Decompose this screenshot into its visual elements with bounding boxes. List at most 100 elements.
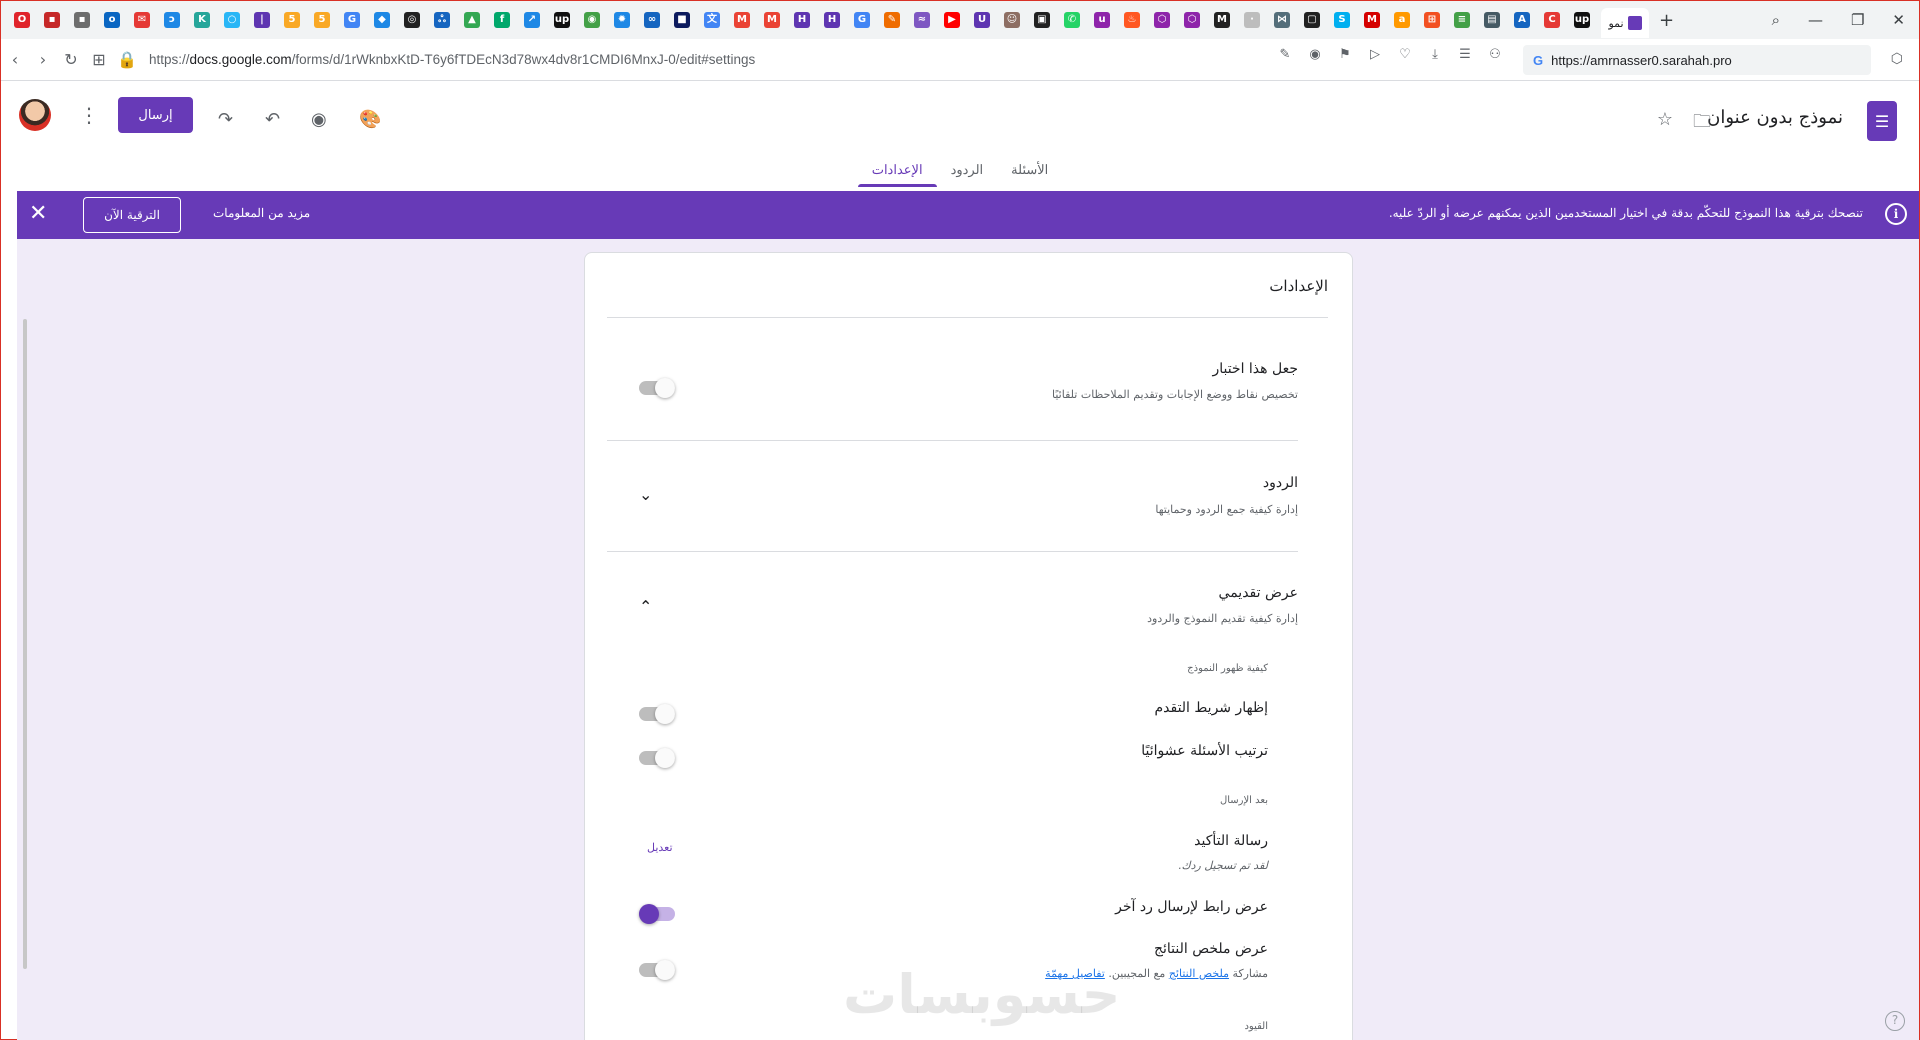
edit-confirmation-link[interactable]: تعديل (647, 841, 673, 854)
outlook-icon[interactable]: o (99, 7, 125, 33)
five-icon[interactable]: 5 (279, 7, 305, 33)
people-icon[interactable]: ஃ (429, 7, 455, 33)
search-tabs-icon[interactable]: ⌕ (1772, 11, 1780, 29)
lines-icon[interactable]: ≡ (1449, 7, 1475, 33)
fire-icon[interactable]: ♨ (1119, 7, 1145, 33)
more-vert-icon[interactable]: ⋮ (79, 103, 99, 127)
opera-icon[interactable]: O (9, 7, 35, 33)
a-icon[interactable]: A (1509, 7, 1535, 33)
results-summary-toggle[interactable] (639, 960, 675, 980)
progress-bar-toggle[interactable] (639, 704, 675, 724)
gmail-icon[interactable]: M (759, 7, 785, 33)
square-icon[interactable]: ▢ (1299, 7, 1325, 33)
back-icon[interactable]: ‹ (1, 46, 29, 74)
m-icon[interactable]: M (1209, 7, 1235, 33)
menu-lines-icon[interactable]: ☰ (1456, 47, 1474, 62)
preview-eye-icon[interactable]: ◉ (311, 109, 327, 130)
play-icon[interactable]: ▷ (1366, 47, 1384, 62)
translate-icon[interactable]: 文 (699, 7, 725, 33)
blank-icon[interactable]: · (1239, 7, 1265, 33)
forms-logo-icon[interactable]: ☰ (1867, 101, 1897, 141)
undo-icon[interactable]: ↶ (265, 109, 280, 130)
circle-blue-icon[interactable]: ○ (219, 7, 245, 33)
drive-icon[interactable]: ▲ (459, 7, 485, 33)
swirl-icon[interactable]: ≈ (909, 7, 935, 33)
upgrade-now-button[interactable]: الترقية الآن (83, 197, 181, 233)
send-button[interactable]: إرسال (118, 97, 193, 133)
shuffle-toggle[interactable] (639, 748, 675, 768)
chevron-down-icon[interactable]: ⌄ (639, 485, 652, 504)
chat-icon[interactable]: ◎ (399, 7, 425, 33)
google-icon[interactable]: G (339, 7, 365, 33)
app-red-icon[interactable]: ▪ (39, 7, 65, 33)
tv-icon[interactable]: ▣ (1029, 7, 1055, 33)
secondary-url-field[interactable]: G https://amrnasser0.sarahah.pro (1523, 45, 1871, 75)
google-icon[interactable]: G (849, 7, 875, 33)
scrollbar[interactable] (23, 319, 27, 969)
tab-settings[interactable]: الإعدادات (857, 163, 937, 187)
shield-icon[interactable]: ⬡ (1179, 7, 1205, 33)
minimize-icon[interactable]: — (1808, 11, 1823, 29)
close-window-icon[interactable]: ✕ (1892, 11, 1905, 29)
network-icon[interactable]: ⋈ (1269, 7, 1295, 33)
green-circle-icon[interactable]: ◉ (579, 7, 605, 33)
dark-square-icon[interactable]: ■ (669, 7, 695, 33)
restore-icon[interactable]: ❐ (1851, 11, 1864, 29)
upwork-icon[interactable]: up (549, 7, 575, 33)
profile-icon[interactable]: ⚇ (1486, 47, 1504, 62)
shield-icon[interactable]: ⬡ (1149, 7, 1175, 33)
diamond-icon[interactable]: ◆ (369, 7, 395, 33)
translate-page-icon[interactable]: ⚑ (1336, 47, 1354, 62)
tab-questions[interactable]: الأسئلة (997, 163, 1062, 184)
h-icon[interactable]: H (819, 7, 845, 33)
five-icon[interactable]: 5 (309, 7, 335, 33)
red-m-icon[interactable]: M (1359, 7, 1385, 33)
camera-icon[interactable]: ◉ (1306, 47, 1324, 62)
heart-icon[interactable]: ♡ (1396, 47, 1414, 62)
star-icon[interactable]: ☆ (1657, 109, 1673, 130)
reload-icon[interactable]: ↻ (57, 46, 85, 74)
gear-blue-icon[interactable]: ✹ (609, 7, 635, 33)
download-icon[interactable]: ⤓ (1426, 47, 1444, 62)
u-icon[interactable]: U (969, 7, 995, 33)
palette-icon[interactable]: 🎨 (359, 109, 381, 130)
arrow-icon[interactable]: ↗ (519, 7, 545, 33)
h-icon[interactable]: H (789, 7, 815, 33)
k-icon[interactable]: K (189, 7, 215, 33)
c-icon[interactable]: C (1539, 7, 1565, 33)
purple-u-icon[interactable]: u (1089, 7, 1115, 33)
form-title[interactable]: نموذج بدون عنوان (1707, 107, 1843, 128)
green-f-icon[interactable]: f (489, 7, 515, 33)
forward-icon[interactable]: › (29, 46, 57, 74)
upwork-icon[interactable]: up (1569, 7, 1595, 33)
purple-bar-icon[interactable]: | (249, 7, 275, 33)
gmail-icon[interactable]: M (729, 7, 755, 33)
quiz-toggle[interactable] (639, 378, 675, 398)
skype-icon[interactable]: S (1329, 7, 1355, 33)
folder-icon[interactable]: 🗀 (1693, 109, 1711, 139)
extensions-icon[interactable]: ⬡ (1891, 51, 1903, 67)
edit-page-icon[interactable]: ✎ (1276, 47, 1294, 62)
doc-icon[interactable]: ▤ (1479, 7, 1505, 33)
whatsapp-icon[interactable]: ✆ (1059, 7, 1085, 33)
close-icon[interactable]: ✕ (29, 201, 47, 226)
url-field[interactable]: https://docs.google.com/forms/d/1rWknbxK… (149, 52, 755, 67)
tab-responses[interactable]: الردود (937, 163, 998, 184)
apps-grid-icon[interactable]: ⊞ (85, 46, 113, 74)
submit-another-toggle[interactable] (639, 904, 675, 924)
redo-icon[interactable]: ↷ (218, 109, 233, 130)
new-tab-icon[interactable]: + (1659, 10, 1674, 31)
youtube-icon[interactable]: ▶ (939, 7, 965, 33)
person-icon[interactable]: ☺ (999, 7, 1025, 33)
amazon-icon[interactable]: a (1389, 7, 1415, 33)
more-info-link[interactable]: مزيد من المعلومات (213, 206, 310, 220)
help-icon[interactable]: ? (1885, 1011, 1905, 1031)
mail-red-icon[interactable]: ✉ (129, 7, 155, 33)
windows-icon[interactable]: ⊞ (1419, 7, 1445, 33)
infinity-icon[interactable]: ∞ (639, 7, 665, 33)
hook-icon[interactable]: ɔ (159, 7, 185, 33)
photo-icon[interactable]: ▪ (69, 7, 95, 33)
chevron-up-icon[interactable]: ⌃ (639, 597, 652, 616)
active-browser-tab[interactable]: نمو (1601, 8, 1649, 38)
results-summary-link[interactable]: ملخص النتائج (1169, 967, 1229, 980)
